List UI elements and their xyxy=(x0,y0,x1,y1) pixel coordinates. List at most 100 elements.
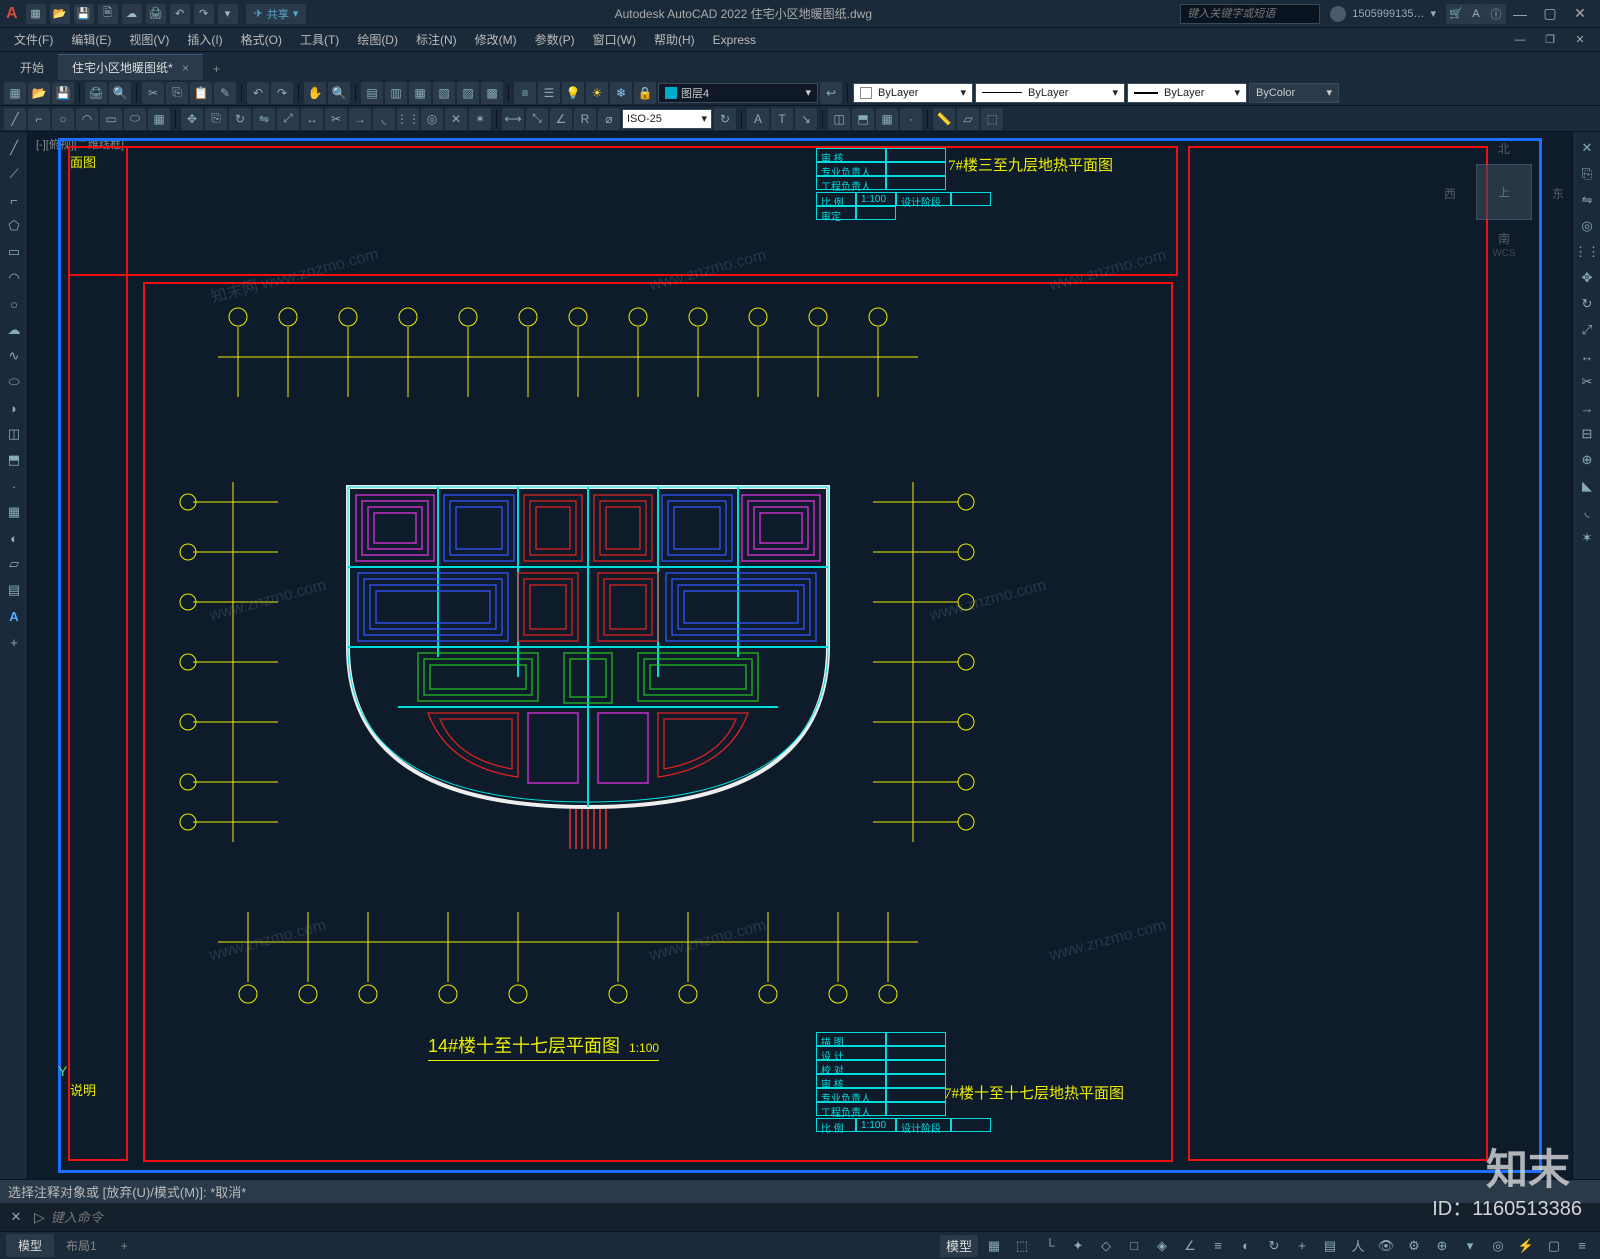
menu-window[interactable]: 窗口(W) xyxy=(585,29,644,50)
gradient-tool-icon[interactable]: ◐ xyxy=(2,526,26,550)
compass-east[interactable]: 东 xyxy=(1552,185,1564,202)
erase-icon[interactable]: ✕ xyxy=(445,108,467,130)
properties-icon[interactable]: ▤ xyxy=(361,82,383,104)
offset-r-icon[interactable]: ◎ xyxy=(1575,214,1599,238)
dimstyle-dropdown[interactable]: ISO-25▾ xyxy=(622,109,712,129)
minimize-button[interactable]: — xyxy=(1506,4,1534,24)
arc-icon[interactable]: ◠ xyxy=(76,108,98,130)
color-dropdown[interactable]: ByLayer▾ xyxy=(853,83,973,103)
plotstyle-dropdown[interactable]: ByColor▾ xyxy=(1249,83,1339,103)
layerstate-icon[interactable]: ☰ xyxy=(538,82,560,104)
compass-west[interactable]: 西 xyxy=(1444,185,1456,202)
addselected-tool-icon[interactable]: + xyxy=(2,630,26,654)
menu-view[interactable]: 视图(V) xyxy=(121,29,177,50)
layerprev-icon[interactable]: ↩ xyxy=(820,82,842,104)
customize-icon[interactable]: ≡ xyxy=(1570,1235,1594,1257)
stretch-icon[interactable]: ↔ xyxy=(301,108,323,130)
new-icon[interactable]: ▦ xyxy=(4,82,26,104)
doc-minimize-button[interactable]: — xyxy=(1506,30,1534,50)
erase-r-icon[interactable]: ✕ xyxy=(1575,136,1599,160)
menu-insert[interactable]: 插入(I) xyxy=(179,29,230,50)
cut-icon[interactable]: ✂ xyxy=(142,82,164,104)
compass-south[interactable]: 南 xyxy=(1498,230,1510,247)
annoscale-icon[interactable]: 人 xyxy=(1346,1235,1370,1257)
workspace-icon[interactable]: ⚙ xyxy=(1402,1235,1426,1257)
menu-edit[interactable]: 编辑(E) xyxy=(63,29,119,50)
grid-snap-icon[interactable]: ▦ xyxy=(982,1235,1006,1257)
hatch-icon[interactable]: ▦ xyxy=(148,108,170,130)
save-icon[interactable]: 💾 xyxy=(52,82,74,104)
copy-icon[interactable]: ⎘ xyxy=(166,82,188,104)
insert-tool-icon[interactable]: ◫ xyxy=(2,422,26,446)
circle-icon[interactable]: ○ xyxy=(52,108,74,130)
light-on-icon[interactable]: 💡 xyxy=(562,82,584,104)
qat-dropdown-icon[interactable]: ▾ xyxy=(218,4,238,24)
freeze-icon[interactable]: ❄ xyxy=(610,82,632,104)
tab-file[interactable]: 住宅小区地暖图纸* × xyxy=(58,54,203,80)
zoom-icon[interactable]: 🔍 xyxy=(328,82,350,104)
dim-update-icon[interactable]: ↻ xyxy=(714,108,736,130)
hatch-tool-icon[interactable]: ▦ xyxy=(2,500,26,524)
qat-redo-icon[interactable]: ↷ xyxy=(194,4,214,24)
copy-r-icon[interactable]: ⎘ xyxy=(1575,162,1599,186)
mtext-tool-icon[interactable]: A xyxy=(2,604,26,628)
leader-icon[interactable]: ↘ xyxy=(795,108,817,130)
extend-r-icon[interactable]: → xyxy=(1575,396,1599,420)
info-icon[interactable]: ⓘ xyxy=(1486,4,1506,24)
menu-modify[interactable]: 修改(M) xyxy=(467,29,525,50)
measure-icon[interactable]: 📏 xyxy=(933,108,955,130)
join-r-icon[interactable]: ⊕ xyxy=(1575,448,1599,472)
doc-close-button[interactable]: ✕ xyxy=(1566,30,1594,50)
maximize-button[interactable]: ▢ xyxy=(1536,4,1564,24)
xline-tool-icon[interactable]: ⟋ xyxy=(2,162,26,186)
dim-aligned-icon[interactable]: ⤡ xyxy=(526,108,548,130)
fillet-r-icon[interactable]: ◟ xyxy=(1575,500,1599,524)
region-icon[interactable]: ▱ xyxy=(957,108,979,130)
menu-draw[interactable]: 绘图(D) xyxy=(349,29,406,50)
scale-icon[interactable]: ⤢ xyxy=(277,108,299,130)
tab-layout1[interactable]: 布局1 xyxy=(54,1234,109,1257)
rectangle-icon[interactable]: ▭ xyxy=(100,108,122,130)
close-button[interactable]: ✕ xyxy=(1566,4,1594,24)
qat-new-icon[interactable]: ▦ xyxy=(26,4,46,24)
cart-icon[interactable]: 🛒 xyxy=(1446,4,1466,24)
osnap-icon[interactable]: □ xyxy=(1122,1235,1146,1257)
ellipse-tool-icon[interactable]: ⬭ xyxy=(2,370,26,394)
rect-tool-icon[interactable]: ▭ xyxy=(2,240,26,264)
plot-icon[interactable]: 🖨 xyxy=(85,82,107,104)
3dosnap-icon[interactable]: ◈ xyxy=(1150,1235,1174,1257)
paste-icon[interactable]: 📋 xyxy=(190,82,212,104)
menu-help[interactable]: 帮助(H) xyxy=(646,29,703,50)
break-r-icon[interactable]: ⊟ xyxy=(1575,422,1599,446)
qat-open-icon[interactable]: 📂 xyxy=(50,4,70,24)
point-tool-icon[interactable]: · xyxy=(2,474,26,498)
sun-icon[interactable]: ☀ xyxy=(586,82,608,104)
menu-file[interactable]: 文件(F) xyxy=(6,29,61,50)
offset-icon[interactable]: ◎ xyxy=(421,108,443,130)
dyninput-icon[interactable]: + xyxy=(1290,1235,1314,1257)
sheetset-icon[interactable]: ▧ xyxy=(433,82,455,104)
qat-saveas-icon[interactable]: 🗎 xyxy=(98,4,118,24)
units-icon[interactable]: ▾ xyxy=(1458,1235,1482,1257)
mirror-r-icon[interactable]: ⇋ xyxy=(1575,188,1599,212)
compass-north[interactable]: 北 xyxy=(1498,140,1510,157)
lineweight-icon[interactable]: ≡ xyxy=(1206,1235,1230,1257)
qat-save-icon[interactable]: 💾 xyxy=(74,4,94,24)
transparency-icon[interactable]: ◐ xyxy=(1234,1235,1258,1257)
extend-icon[interactable]: → xyxy=(349,108,371,130)
polar-icon[interactable]: ✦ xyxy=(1066,1235,1090,1257)
region-tool-icon[interactable]: ▱ xyxy=(2,552,26,576)
dim-linear-icon[interactable]: ⟷ xyxy=(502,108,524,130)
annovisibility-icon[interactable]: 👁 xyxy=(1374,1235,1398,1257)
revcloud-tool-icon[interactable]: ☁ xyxy=(2,318,26,342)
match-icon[interactable]: ✎ xyxy=(214,82,236,104)
ortho-icon[interactable]: └ xyxy=(1038,1235,1062,1257)
wcs-label[interactable]: WCS xyxy=(1492,248,1515,259)
app-icon[interactable]: A xyxy=(1466,4,1486,24)
lock-icon[interactable]: 🔒 xyxy=(634,82,656,104)
polyline-icon[interactable]: ⌐ xyxy=(28,108,50,130)
menu-tools[interactable]: 工具(T) xyxy=(292,29,347,50)
otrack-icon[interactable]: ∠ xyxy=(1178,1235,1202,1257)
lineweight-dropdown[interactable]: ByLayer▾ xyxy=(1127,83,1247,103)
dim-diameter-icon[interactable]: ⌀ xyxy=(598,108,620,130)
